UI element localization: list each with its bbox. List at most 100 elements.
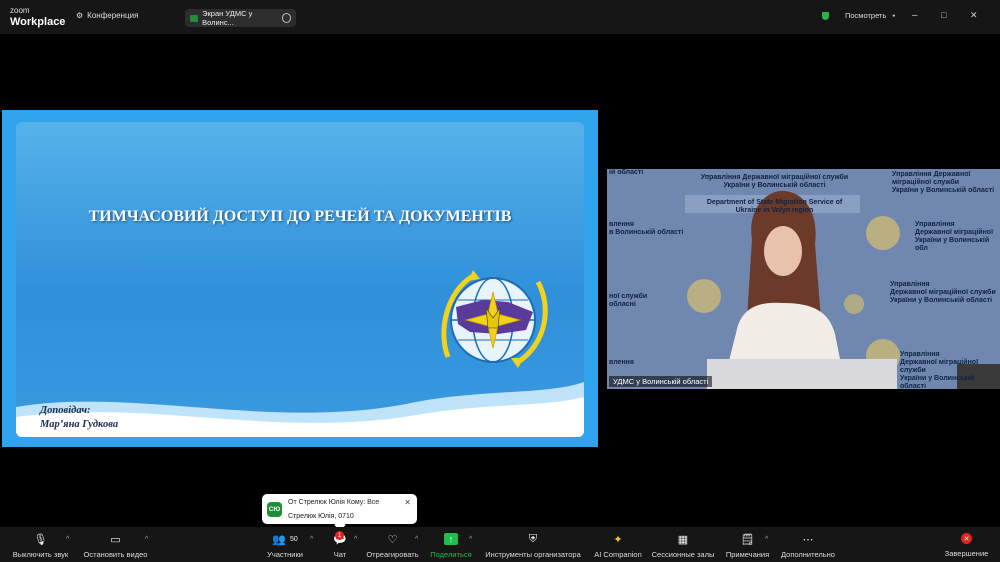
logo-workplace-text: Workplace [10, 16, 66, 28]
react-button[interactable]: ♡ Отреагировать [365, 527, 420, 562]
left-line4: обласні [609, 301, 636, 308]
right-mid-line3: України у Волинській області [890, 297, 993, 304]
notes-label: Примечания [725, 550, 770, 559]
banner-en-line2: Ukraine in Volyn region [735, 207, 814, 214]
participants-count: 50 [289, 535, 298, 543]
grid-icon: ▦ [677, 533, 689, 546]
participant-name-label: УДМС у Волинській області [609, 376, 713, 387]
video-label: Остановить видео [83, 550, 148, 559]
meeting-toolbar: 🎙 Выключить звук ^ ▭ Остановить видео ^ … [0, 527, 1000, 562]
share-arrow-icon: ↑ [444, 533, 458, 545]
share-button[interactable]: ↑ Поделиться [430, 527, 472, 562]
more-label: Дополнительно [781, 550, 835, 559]
mute-label: Выключить звук [12, 550, 69, 559]
banner-ua-line2: України у Волинській області [723, 182, 826, 189]
end-call-icon: ✕ [961, 533, 972, 544]
video-camera-icon: ▭ [110, 533, 121, 546]
video-text-top-left: ій області [609, 169, 644, 176]
breakout-label: Сессионные залы [651, 550, 715, 559]
left-line2: в Волинській області [609, 229, 684, 236]
chat-options-caret[interactable]: ^ [354, 536, 357, 543]
conference-label: Конференция [87, 11, 139, 20]
mute-button[interactable]: 🎙 Выключить звук [12, 527, 69, 562]
ai-companion-button[interactable]: ✦ AI Companion [594, 527, 642, 562]
video-text-right-mid: Управління Державної міграційної служби … [890, 281, 996, 305]
audio-options-caret[interactable]: ^ [66, 536, 69, 543]
participant-video-tile[interactable]: Управління Державної міграційної служби … [607, 169, 1000, 389]
host-tools-label: Инструменты организатора [485, 550, 581, 559]
video-text-bottom-left: влення [609, 359, 634, 366]
share-options-caret[interactable]: ^ [469, 536, 472, 543]
minimize-button[interactable]: – [912, 10, 918, 21]
sparkle-icon: ✦ [613, 533, 623, 546]
react-options-caret[interactable]: ^ [415, 536, 418, 543]
notification-header: От Стрелюк Юлія Кому: Все [288, 499, 380, 506]
chat-label: Чат [333, 550, 347, 559]
participants-icon: 👥 50 [272, 533, 298, 546]
view-label: Посмотреть [845, 11, 887, 20]
settings-icon: ⚙ [76, 11, 84, 20]
logo-zoom-text: zoom [10, 6, 30, 15]
zoom-logo: zoom Workplace [10, 6, 66, 28]
share-tab-label: Экран УДМС у Волинс... [202, 9, 253, 27]
stop-video-button[interactable]: ▭ Остановить видео [83, 527, 148, 562]
video-banner-en: Department of State Migration Service of… [687, 199, 862, 215]
view-button[interactable]: Посмотреть ▪ [822, 11, 895, 20]
breakout-rooms-button[interactable]: ▦ Сессионные залы [651, 527, 715, 562]
right-top-line3: України у Волинській обл [915, 237, 990, 252]
close-notification-button[interactable]: ✕ [404, 498, 411, 507]
more-options-icon[interactable] [281, 13, 291, 23]
left-line3: ної служби [609, 293, 648, 300]
participants-options-caret[interactable]: ^ [310, 536, 313, 543]
maximize-button[interactable]: □ [941, 10, 946, 20]
screen-share-tab[interactable]: Экран УДМС у Волинс... [185, 9, 296, 27]
participants-button[interactable]: 👥 50 Участники [266, 527, 304, 562]
right-top-line2: Державної міграційної [915, 229, 994, 236]
video-text-left: влення в Волинській області [609, 221, 683, 237]
right-line2: України у Волинській області [892, 187, 995, 194]
right-mid-line2: Державної міграційної служби [890, 289, 996, 296]
ellipsis-icon: ⋯ [802, 533, 814, 546]
right-line1: Управління Державної міграційної служби [892, 171, 971, 186]
microphone-icon: 🎙 [33, 533, 48, 546]
chat-button[interactable]: 💬 1 Чат [327, 527, 353, 562]
right-low-line1: Управління [900, 351, 940, 358]
host-tools-button[interactable]: ⛨ Инструменты организатора [483, 527, 583, 562]
title-bar: zoom Workplace ⚙ Конференция Экран УДМС … [0, 0, 1000, 34]
right-mid-line1: Управління [890, 281, 930, 288]
right-top-line1: Управління [915, 221, 955, 228]
video-text-right-low: Управління Державної міграційної служби … [900, 351, 1000, 389]
conference-button[interactable]: ⚙ Конференция [76, 11, 138, 20]
migration-service-emblem [441, 270, 548, 368]
react-label: Отреагировать [366, 550, 419, 559]
right-low-line3: України у Волинській області [900, 375, 975, 389]
left-line1: влення [609, 221, 634, 228]
share-screen-icon [190, 14, 199, 22]
heart-icon: ♡ [387, 533, 398, 546]
notes-icon: 🗒 [740, 533, 755, 546]
banner-ua-line1: Управління Державної міграційної служби [700, 174, 849, 181]
video-options-caret[interactable]: ^ [145, 536, 148, 543]
close-button[interactable]: ✕ [970, 10, 978, 21]
right-low-line2: Державної міграційної служби [900, 359, 979, 374]
banner-en-line1: Department of State Migration Service of [706, 199, 843, 206]
shield-icon: ⛨ [528, 532, 538, 545]
share-label: Поделиться [430, 550, 472, 559]
participants-label: Участники [267, 550, 303, 559]
end-meeting-button[interactable]: ✕ Завершение [944, 527, 989, 562]
chat-unread-badge: 1 [335, 531, 344, 540]
more-button[interactable]: ⋯ Дополнительно [780, 527, 836, 562]
presentation-slide: ТИМЧАСОВИЙ ДОСТУП ДО РЕЧЕЙ ТА ДОКУМЕНТІВ… [16, 122, 584, 437]
video-text-left-mid: ної служби обласні [609, 293, 647, 309]
notes-button[interactable]: 🗒 Примечания [725, 527, 770, 562]
speaker-block: Доповідач: Мар’яна Гудкова [40, 404, 118, 432]
video-text-right-top: Управління Державної міграційної служби … [892, 171, 1000, 195]
view-mode-icon: ▪ [892, 11, 896, 20]
end-label: Завершение [944, 549, 989, 558]
chat-notification[interactable]: СЮ От Стрелюк Юлія Кому: Все Стрелюк Юлі… [262, 494, 417, 531]
sender-avatar: СЮ [267, 502, 282, 517]
slide-title: ТИМЧАСОВИЙ ДОСТУП ДО РЕЧЕЙ ТА ДОКУМЕНТІВ [88, 208, 512, 225]
video-banner-ua: Управління Державної міграційної служби … [687, 174, 862, 190]
speaker-name: Мар’яна Гудкова [40, 419, 119, 430]
notes-options-caret[interactable]: ^ [765, 536, 768, 543]
